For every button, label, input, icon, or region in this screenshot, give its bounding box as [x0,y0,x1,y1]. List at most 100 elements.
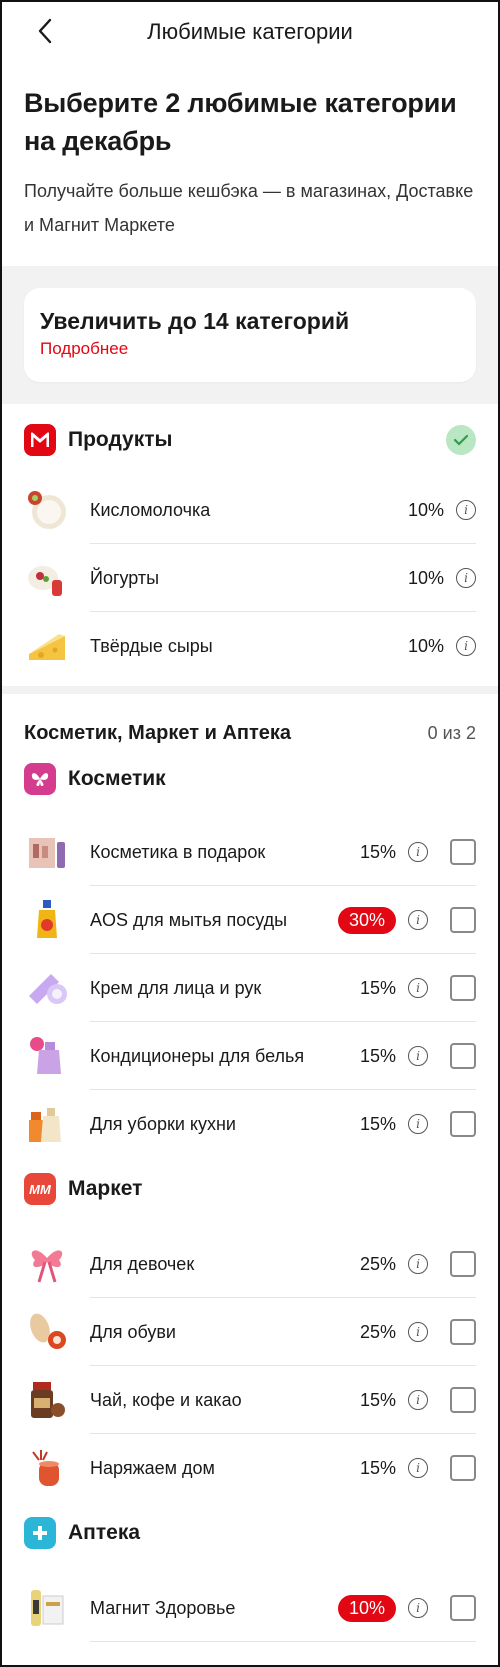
yogurt-icon [24,555,70,601]
category-checkbox[interactable] [450,1595,476,1621]
list-item: Кисломолочка 10% i [24,476,476,544]
item-label: Косметика в подарок [90,841,266,862]
info-icon[interactable]: i [408,1114,428,1134]
info-icon[interactable]: i [456,500,476,520]
category-checkbox[interactable] [450,907,476,933]
item-percent: 15% [359,1457,396,1478]
item-label: Кисломолочка [90,499,211,520]
page-title: Любимые категории [147,19,353,44]
promo-title: Увеличить до 14 категорий [40,308,350,334]
list-item: Твёрдые сыры 10% i [24,612,476,680]
insole-icon [24,1309,70,1355]
category-checkbox[interactable] [450,1455,476,1481]
cream-tube-icon [24,965,70,1011]
item-percent-highlight: 30% [337,906,396,934]
market-header: MM Маркет [24,1158,476,1220]
item-percent: 10% [407,635,444,656]
info-icon[interactable]: i [408,1046,428,1066]
promo-link[interactable]: Подробнее [40,339,460,359]
item-label: Наряжаем дом [90,1457,215,1478]
info-icon[interactable]: i [408,842,428,862]
item-percent: 25% [359,1253,396,1274]
hair-bow-icon [24,1241,70,1287]
category-checkbox[interactable] [450,975,476,1001]
item-percent: 15% [359,977,396,998]
top-bar: Любимые категории [2,2,498,62]
kefir-bowl-icon [24,487,70,533]
item-percent: 15% [359,841,396,862]
products-header: Продукты [24,404,476,476]
item-label: Для обуви [90,1321,176,1342]
category-checkbox[interactable] [450,839,476,865]
item-percent: 10% [407,567,444,588]
item-label: Для уборки кухни [90,1113,236,1134]
coffee-jar-icon [24,1377,70,1423]
group-title: Косметик, Маркет и Аптека [24,721,292,744]
item-label: Йогурты [90,567,160,588]
info-icon[interactable]: i [408,1322,428,1342]
item-label: AOS для мытья посуды [90,909,288,930]
list-item: AOS для мытья посуды 30% i [24,886,476,954]
info-icon[interactable]: i [408,1390,428,1410]
list-item: Наряжаем дом 15% i [24,1434,476,1502]
item-label: Кондиционеры для белья [90,1045,305,1066]
item-label: Твёрдые сыры [90,635,213,656]
cross-logo-icon [24,1517,56,1549]
category-checkbox[interactable] [450,1319,476,1345]
back-button[interactable] [30,16,60,46]
list-item: Кондиционеры для белья 15% i [24,1022,476,1090]
candle-icon [24,1445,70,1491]
info-icon[interactable]: i [408,1254,428,1274]
pharmacy-header: Аптека [24,1502,476,1564]
market-section: MM Маркет Для девочек 25% i Для обуви 25… [2,1158,498,1502]
info-icon[interactable]: i [456,568,476,588]
info-icon[interactable]: i [408,978,428,998]
cheese-icon [24,623,70,669]
group-count: 0 из 2 [427,722,476,743]
info-icon[interactable]: i [456,636,476,656]
item-percent: 25% [359,1321,396,1342]
promo-card[interactable]: Увеличить до 14 категорий Подробнее [24,288,476,382]
list-item: Крем для лица и рук 15% i [24,954,476,1022]
list-item: Чай, кофе и какао 15% i [24,1366,476,1434]
item-percent: 15% [359,1113,396,1134]
category-checkbox[interactable] [450,1043,476,1069]
info-icon[interactable]: i [408,1598,428,1618]
list-item: Для обуви 25% i [24,1298,476,1366]
category-checkbox[interactable] [450,1387,476,1413]
gift-box-icon [24,829,70,875]
screen: Любимые категории Выберите 2 любимые кат… [0,0,500,1667]
list-item: Магнит Здоровье 10% i [24,1574,476,1642]
item-label: Чай, кофе и какао [90,1389,242,1410]
divider [90,1641,476,1642]
item-label: Для девочек [90,1253,195,1274]
pharmacy-brand-name: Аптека [68,1521,141,1544]
hero-subtitle: Получайте больше кешбэка — в магазинах, … [24,181,474,235]
info-icon[interactable]: i [408,1458,428,1478]
detergent-bottle-icon [24,897,70,943]
list-item: Для девочек 25% i [24,1230,476,1298]
hero-title: Выберите 2 любимые категории на декабрь [24,88,457,156]
butterfly-logo-icon [24,763,56,795]
medicine-pack-icon [24,1585,70,1631]
pharmacy-section: Аптека Магнит Здоровье 10% i [2,1502,498,1642]
market-brand-name: Маркет [68,1177,143,1200]
softener-bottle-icon [24,1033,70,1079]
kitchen-cleaner-icon [24,1101,70,1147]
chevron-left-icon [38,18,52,44]
selected-check-icon [446,425,476,455]
item-label: Магнит Здоровье [90,1597,236,1618]
list-item: Йогурты 10% i [24,544,476,612]
category-checkbox[interactable] [450,1111,476,1137]
list-item: Косметика в подарок 15% i [24,818,476,886]
item-percent: 15% [359,1389,396,1410]
info-icon[interactable]: i [408,910,428,930]
item-percent: 10% [407,499,444,520]
category-checkbox[interactable] [450,1251,476,1277]
cosmetic-header: Косметик [24,754,476,804]
products-section: Продукты Кисломолочка 10% i Йогурты 10% … [2,404,498,680]
products-brand-name: Продукты [68,428,173,451]
item-percent-highlight: 10% [337,1594,396,1622]
cosmetic-brand-name: Косметик [68,767,166,790]
list-item: Для уборки кухни 15% i [24,1090,476,1158]
